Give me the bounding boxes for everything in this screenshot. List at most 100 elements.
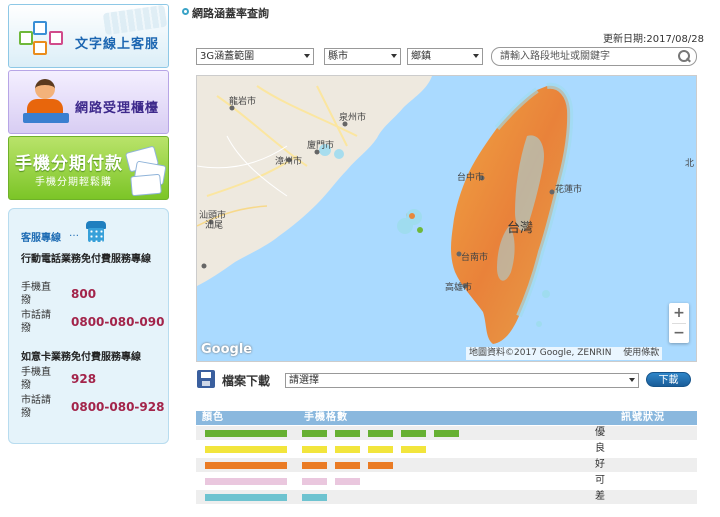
township-select[interactable]: 鄉鎮 bbox=[407, 48, 483, 65]
telephone-icon bbox=[84, 219, 108, 245]
installment-sublabel: 手機分期輕鬆購 bbox=[35, 177, 112, 188]
signal-bar bbox=[368, 462, 393, 469]
download-button[interactable]: 下載 bbox=[646, 372, 691, 387]
chevron-down-icon bbox=[629, 378, 635, 382]
installment-label: 手機分期付款 bbox=[15, 154, 123, 174]
letter-blocks-icon bbox=[19, 19, 71, 59]
legend-header-color: 顏色 bbox=[202, 412, 224, 423]
legend-row: 可 bbox=[196, 474, 697, 488]
map-label-zhangzhou: 漳州市 bbox=[275, 155, 302, 167]
legend-row: 差 bbox=[196, 490, 697, 504]
hotline-key: 手機直撥 bbox=[21, 282, 51, 306]
hotline-key: 市話請撥 bbox=[21, 395, 51, 419]
prepaid-hotline-group-title: 如意卡業務免付費服務專線 bbox=[21, 352, 141, 363]
township-value: 鄉鎮 bbox=[411, 51, 431, 62]
zoom-out-button[interactable]: − bbox=[669, 323, 689, 343]
legend-row: 良 bbox=[196, 442, 697, 456]
map-label-hualien: 花蓮市 bbox=[555, 183, 582, 195]
map-label-tainan: 台南市 bbox=[461, 251, 488, 263]
address-search bbox=[491, 47, 697, 66]
page-title: 網路涵蓋率查詢 bbox=[192, 7, 269, 20]
signal-bar bbox=[401, 446, 426, 453]
coverage-type-value: 3G涵蓋範圍 bbox=[200, 51, 255, 62]
signal-bar bbox=[302, 446, 327, 453]
signal-bar bbox=[302, 494, 327, 501]
update-date: 更新日期:2017/08/28 bbox=[602, 34, 704, 45]
signal-bar bbox=[335, 430, 360, 437]
map-label-kaohsiung: 高雄市 bbox=[445, 281, 472, 293]
signal-bar bbox=[401, 430, 426, 437]
legend-header-status: 訊號狀況 bbox=[621, 412, 665, 423]
keyboard-illustration bbox=[102, 5, 168, 36]
coverage-map[interactable]: 龍岩市 泉州市 廈門市 漳州市 汕頭市 汕尾 台中市 花蓮市 台南市 高雄市 北… bbox=[196, 75, 697, 362]
support-agent-icon bbox=[21, 77, 71, 127]
map-attribution: 地圖資料©2017 Google, ZENRIN 使用條款 bbox=[466, 347, 663, 360]
legend-status-label: 優 bbox=[595, 427, 605, 438]
legend-color-swatch bbox=[205, 446, 287, 453]
zoom-controls: + − bbox=[669, 303, 689, 343]
search-icon[interactable] bbox=[678, 50, 691, 63]
signal-bar bbox=[302, 430, 327, 437]
map-label-xiamen: 廈門市 bbox=[307, 139, 334, 151]
county-value: 縣市 bbox=[328, 51, 348, 62]
hotline-number[interactable]: 928 bbox=[71, 372, 96, 386]
legend-status-label: 好 bbox=[595, 459, 605, 470]
coverage-type-select[interactable]: 3G涵蓋範圍 bbox=[196, 48, 314, 65]
map-label-shantou: 汕頭市 bbox=[199, 209, 226, 221]
hotline-number[interactable]: 800 bbox=[71, 287, 96, 301]
download-file-select[interactable]: 請選擇 bbox=[285, 373, 639, 388]
map-data-credit: 地圖資料©2017 Google, ZENRIN bbox=[469, 348, 612, 358]
hotline-key: 市話請撥 bbox=[21, 310, 51, 334]
chat-service-banner[interactable]: 文字線上客服 bbox=[8, 4, 169, 68]
map-label-taiwan: 台灣 bbox=[507, 221, 533, 236]
legend-color-swatch bbox=[205, 430, 287, 437]
hotline-number[interactable]: 0800-080-928 bbox=[71, 400, 164, 414]
service-hotline-panel: 客服專線 … 行動電話業務免付費服務專線 手機直撥 800 市話請撥 0800-… bbox=[8, 208, 169, 444]
legend-status-label: 良 bbox=[595, 443, 605, 454]
legend-header-bars: 手機格數 bbox=[304, 412, 348, 423]
signal-bar bbox=[302, 462, 327, 469]
chevron-down-icon bbox=[391, 54, 397, 58]
map-canvas: 龍岩市 泉州市 廈門市 漳州市 汕頭市 汕尾 台中市 花蓮市 台南市 高雄市 北… bbox=[197, 76, 694, 344]
legend-row: 好 bbox=[196, 458, 697, 472]
signal-bar bbox=[368, 430, 393, 437]
signal-bar bbox=[335, 446, 360, 453]
service-hotline-dots: … bbox=[69, 228, 80, 239]
chevron-down-icon bbox=[473, 54, 479, 58]
map-label-quanzhou: 泉州市 bbox=[339, 111, 366, 123]
zoom-in-button[interactable]: + bbox=[669, 303, 689, 323]
signal-bar bbox=[368, 446, 393, 453]
installment-banner[interactable]: 手機分期付款 手機分期輕鬆購 bbox=[8, 136, 169, 200]
map-label-longyan: 龍岩市 bbox=[229, 95, 256, 107]
hotline-key: 手機直撥 bbox=[21, 367, 51, 391]
legend-header: 顏色 手機格數 訊號狀況 bbox=[196, 411, 697, 425]
county-select[interactable]: 縣市 bbox=[324, 48, 401, 65]
map-label-shanwei: 汕尾 bbox=[205, 220, 223, 231]
chevron-down-icon bbox=[304, 54, 310, 58]
legend-color-swatch bbox=[205, 462, 287, 469]
map-label-bei: 北 bbox=[685, 158, 694, 169]
floppy-disk-icon bbox=[197, 370, 215, 388]
address-search-input[interactable] bbox=[500, 49, 670, 64]
online-counter-label: 網路受理櫃檯 bbox=[75, 101, 160, 116]
legend-row: 優 bbox=[196, 426, 697, 440]
map-label-taichung: 台中市 bbox=[457, 171, 484, 183]
chat-service-label: 文字線上客服 bbox=[75, 37, 160, 52]
service-hotline-title: 客服專線 bbox=[21, 233, 61, 244]
hotline-number[interactable]: 0800-080-090 bbox=[71, 315, 164, 329]
legend-color-swatch bbox=[205, 478, 287, 485]
signal-bar bbox=[434, 430, 459, 437]
download-file-value: 請選擇 bbox=[289, 375, 319, 386]
signal-bar bbox=[302, 478, 327, 485]
google-logo: Google bbox=[201, 342, 253, 357]
legend-color-swatch bbox=[205, 494, 287, 501]
cards-icon bbox=[124, 145, 168, 197]
legend-status-label: 可 bbox=[595, 475, 605, 486]
signal-bar bbox=[335, 462, 360, 469]
terms-link[interactable]: 使用條款 bbox=[623, 348, 659, 358]
download-label: 檔案下載 bbox=[222, 374, 271, 388]
mobile-hotline-group-title: 行動電話業務免付費服務專線 bbox=[21, 254, 151, 265]
signal-bar bbox=[335, 478, 360, 485]
legend-status-label: 差 bbox=[595, 491, 605, 502]
online-counter-banner[interactable]: 網路受理櫃檯 bbox=[8, 70, 169, 134]
